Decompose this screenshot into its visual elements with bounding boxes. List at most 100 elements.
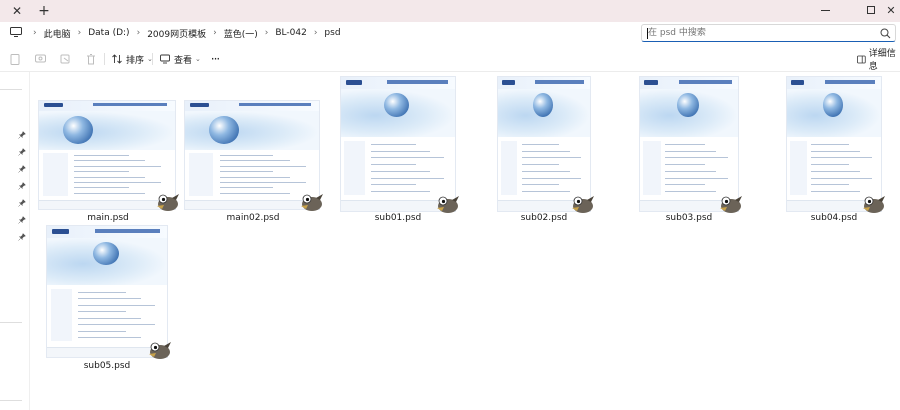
thumbnail-text-line	[219, 192, 290, 194]
details-pane-button[interactable]: 详细信息	[857, 49, 900, 72]
chevron-right-icon[interactable]: ›	[311, 28, 321, 38]
search-input[interactable]	[648, 26, 868, 40]
pin-icon[interactable]	[18, 131, 26, 139]
thumbnail-text-line	[665, 184, 705, 186]
details-label: 详细信息	[868, 49, 896, 72]
cut-button[interactable]	[33, 50, 47, 68]
breadcrumb-templates-2009[interactable]: 2009网页模板	[143, 27, 210, 40]
gimp-file-icon	[149, 342, 171, 359]
view-label: 查看	[174, 55, 193, 66]
pin-icon[interactable]	[18, 216, 26, 224]
thumbnail-logo	[190, 103, 210, 108]
file-name-label: main.psd	[87, 213, 129, 223]
sort-button[interactable]: 排序 ⌄	[112, 50, 153, 68]
minimize-icon	[820, 9, 830, 11]
thumbnail-text-line	[521, 177, 581, 179]
thumbnail-globe	[677, 93, 699, 118]
thumbnail-text-line	[811, 157, 872, 159]
thumbnail-text-line	[665, 170, 717, 172]
breadcrumb-data-drive[interactable]: Data (D:)	[84, 28, 133, 38]
new-tab-button[interactable]: +	[34, 2, 54, 20]
file-item[interactable]: main02.psd	[182, 98, 323, 227]
file-name-label: sub01.psd	[374, 213, 422, 223]
thumbnail-text-line	[370, 150, 430, 152]
breadcrumb-blue-one[interactable]: 蓝色(一)	[220, 27, 262, 40]
file-grid: main.psd main02.psd sub01.psd sub02.psd sub0…	[30, 72, 900, 410]
thumbnail-sidebar	[789, 141, 807, 195]
search-box[interactable]	[641, 24, 896, 42]
window-close-button[interactable]: ✕	[876, 0, 900, 20]
gimp-file-icon	[437, 196, 459, 213]
thumbnail-text-line	[665, 144, 705, 145]
toolbar-separator	[152, 53, 153, 65]
thumbnail-text-line	[219, 187, 274, 189]
nav-separator	[0, 89, 22, 90]
chevron-right-icon[interactable]: ›	[262, 28, 272, 38]
thumbnail-menu	[238, 103, 311, 107]
thumbnail-text-line	[370, 157, 444, 159]
thumbnail-text-line	[74, 182, 162, 183]
thumbnail-text-line	[521, 190, 570, 192]
thumbnail-text-line	[219, 160, 290, 162]
file-item[interactable]: sub04.psd	[784, 74, 885, 227]
thumbnail-text-line	[811, 164, 850, 166]
thumbnail-text-line	[370, 144, 417, 145]
breadcrumb-bl-042[interactable]: BL-042	[271, 28, 310, 38]
chevron-right-icon[interactable]: ›	[210, 28, 220, 38]
thumbnail-sidebar	[642, 141, 661, 195]
thumbnail-sidebar	[50, 288, 73, 342]
file-item[interactable]: sub01.psd	[338, 74, 459, 227]
thumbnail-text-line	[665, 150, 717, 152]
thumbnail-text-line	[74, 192, 146, 194]
pin-icon[interactable]	[18, 148, 26, 156]
thumbnail-text-line	[665, 177, 729, 179]
breadcrumb-psd[interactable]: psd	[320, 28, 344, 38]
delete-button[interactable]	[84, 50, 98, 68]
tab-close-button[interactable]: ✕	[6, 2, 28, 20]
file-item[interactable]: sub02.psd	[495, 74, 594, 227]
file-name-label: sub02.psd	[520, 213, 568, 223]
file-item[interactable]: main.psd	[36, 98, 179, 227]
file-name-label: sub05.psd	[83, 361, 131, 371]
pin-icon[interactable]	[18, 165, 26, 173]
thumbnail-menu	[386, 79, 449, 84]
minimize-button[interactable]	[810, 0, 840, 20]
thumbnail-text-line	[74, 160, 146, 162]
thumbnail-globe	[209, 116, 239, 145]
new-icon	[10, 53, 20, 65]
thumbnail-sidebar	[344, 141, 365, 195]
pin-icon[interactable]	[18, 182, 26, 190]
copy-button[interactable]	[58, 50, 72, 68]
thumbnail-text-line	[78, 317, 141, 319]
thumbnail-menu	[679, 79, 733, 84]
breadcrumb-this-pc[interactable]: 此电脑	[40, 27, 75, 40]
chevron-right-icon[interactable]: ›	[75, 28, 85, 38]
search-icon[interactable]	[880, 28, 891, 39]
thumbnail-text-line	[811, 184, 850, 186]
computer-icon[interactable]	[10, 27, 22, 37]
view-icon	[160, 54, 170, 64]
thumbnail-text-line	[665, 157, 729, 159]
pin-icon[interactable]	[18, 199, 26, 207]
command-bar: 排序 ⌄ 查看 ⌄ ··· 详细信息	[0, 48, 900, 72]
thumbnail-text-line	[219, 165, 306, 167]
gimp-file-icon	[572, 196, 594, 213]
more-options-button[interactable]: ···	[207, 50, 223, 68]
chevron-down-icon: ⌄	[195, 55, 201, 63]
thumbnail-text-line	[78, 291, 127, 293]
gimp-file-icon	[301, 194, 323, 211]
delete-icon	[87, 53, 95, 64]
thumbnail-text-line	[521, 144, 559, 145]
chevron-right-icon[interactable]: ›	[134, 28, 144, 38]
thumbnail-text-line	[78, 330, 127, 332]
new-button[interactable]	[8, 50, 22, 68]
file-item[interactable]: sub05.psd	[44, 223, 171, 375]
thumbnail-hero	[185, 110, 319, 150]
thumbnail-text-line	[74, 165, 162, 167]
thumbnail-text-line	[74, 155, 129, 156]
thumbnail-sidebar	[189, 152, 214, 197]
thumbnail-text-line	[521, 164, 559, 166]
view-button[interactable]: 查看 ⌄	[160, 50, 201, 68]
file-item[interactable]: sub03.psd	[637, 74, 742, 227]
pin-icon[interactable]	[18, 233, 26, 241]
